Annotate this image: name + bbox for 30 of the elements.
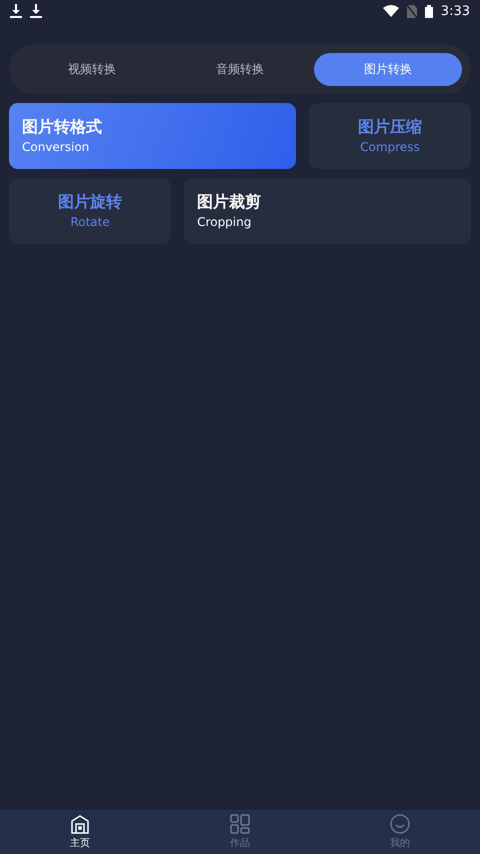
nav-item[interactable]: 作品 — [160, 810, 320, 854]
card-title: 图片转格式 — [22, 116, 102, 138]
wifi-icon — [382, 5, 399, 17]
smiley-icon — [390, 814, 410, 834]
card-title: 图片压缩 — [358, 116, 422, 138]
tool-card[interactable]: 图片转格式 Conversion — [9, 103, 296, 169]
grid-icon — [230, 814, 250, 834]
nav-label: 作品 — [230, 837, 250, 850]
card-title: 图片裁剪 — [197, 191, 262, 213]
card-subtitle: Cropping — [197, 214, 252, 231]
battery-icon — [424, 4, 433, 18]
nav-label: 我的 — [390, 836, 410, 850]
tool-card[interactable]: 图片压缩 Compress — [308, 103, 471, 169]
card-subtitle: Rotate — [70, 214, 110, 231]
nav-label: 主页 — [70, 836, 90, 850]
tab[interactable]: 音频转换 — [166, 52, 314, 86]
nav-item[interactable]: 主页 — [0, 810, 160, 854]
nav-item[interactable]: 我的 — [320, 810, 480, 854]
no-sim-icon — [406, 4, 417, 18]
tool-card[interactable]: 图片旋转 Rotate — [9, 178, 172, 244]
tab[interactable]: 视频转换 — [18, 52, 166, 86]
download-icon — [30, 4, 42, 18]
home-icon — [70, 814, 90, 834]
tool-card[interactable]: 图片裁剪 Cropping — [184, 178, 471, 244]
card-subtitle: Conversion — [22, 139, 90, 156]
download-icon — [10, 4, 22, 18]
card-title: 图片旋转 — [58, 191, 122, 213]
tab[interactable]: 图片转换 — [314, 52, 462, 86]
clock: 3:33 — [440, 4, 470, 18]
card-subtitle: Compress — [360, 139, 420, 156]
